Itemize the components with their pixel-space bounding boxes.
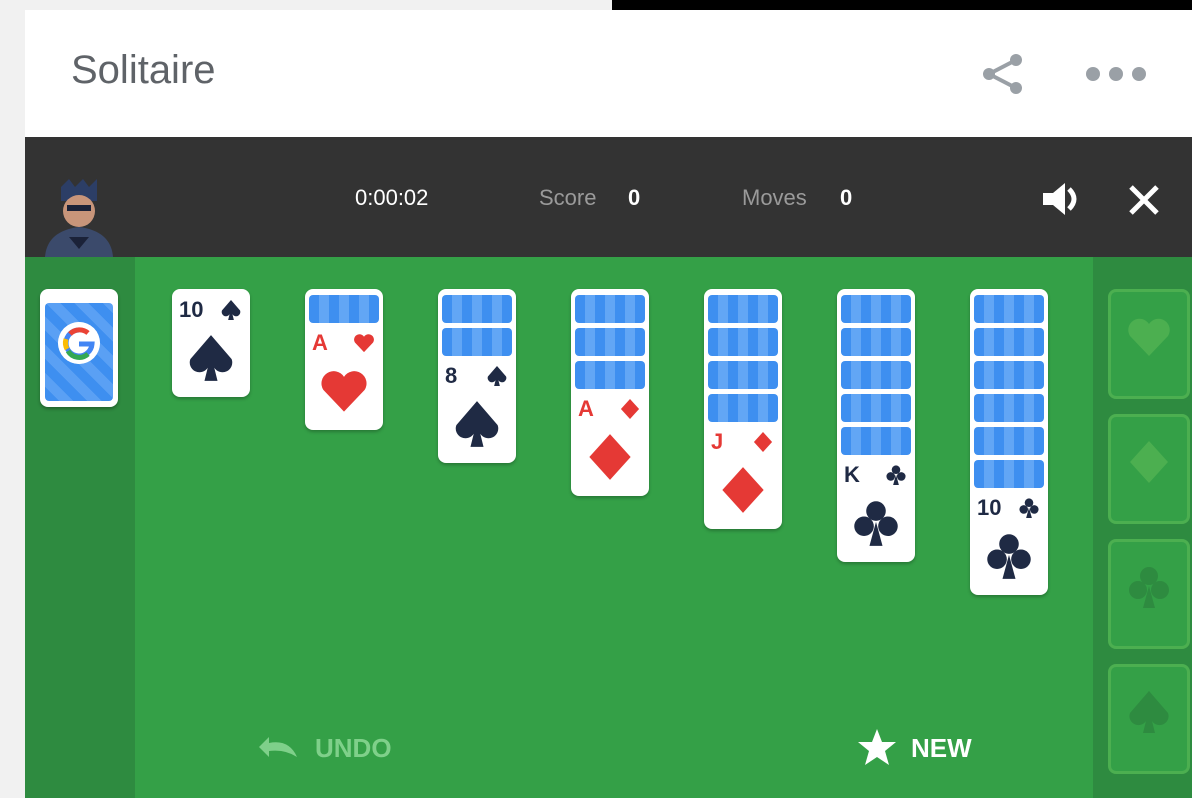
tableau-column-6[interactable]: K — [837, 289, 915, 562]
undo-label: UNDO — [315, 733, 392, 763]
heart-icon — [1128, 318, 1170, 356]
spades-suit-icon — [189, 335, 233, 381]
face-down-card — [974, 460, 1044, 488]
diamond-icon — [1130, 441, 1168, 483]
score-label: Score — [539, 185, 597, 210]
hearts-pip-icon — [354, 334, 374, 353]
star-icon — [858, 729, 896, 765]
card-rank: 8 — [445, 363, 458, 388]
face-down-card — [841, 295, 911, 323]
game-status-bar: 0:00:02 Score 0 Moves 0 — [25, 137, 1192, 257]
card-rank: 10 — [977, 495, 1002, 520]
volume-icon[interactable] — [1041, 181, 1083, 217]
face-down-card — [841, 361, 911, 389]
clubs-pip-icon — [886, 465, 906, 486]
face-down-card — [974, 427, 1044, 455]
moves-label: Moves — [742, 185, 807, 210]
clubs-pip-icon — [1019, 498, 1039, 519]
face-down-card — [708, 328, 778, 356]
face-down-card — [708, 361, 778, 389]
face-down-card — [708, 295, 778, 323]
spades-suit-icon — [455, 401, 499, 447]
widget-header: Solitaire — [25, 10, 1192, 137]
game-board: 10 A 8 A J K 10 UNDO NEW — [25, 257, 1192, 798]
face-down-card — [575, 328, 645, 356]
diamonds-pip-icon — [620, 398, 640, 420]
foundation-hearts[interactable] — [1108, 289, 1190, 399]
card-rank: A — [578, 396, 594, 421]
foundation-clubs[interactable] — [1108, 539, 1190, 649]
tableau-column-2[interactable]: A — [305, 289, 383, 430]
new-game-label: NEW — [911, 733, 972, 763]
face-down-card — [708, 394, 778, 422]
face-down-card — [442, 328, 512, 356]
face-down-card — [841, 328, 911, 356]
face-down-card — [841, 427, 911, 455]
spades-pip-icon — [487, 365, 507, 387]
card-rank: K — [844, 462, 860, 487]
face-down-card — [309, 295, 379, 323]
club-icon — [1129, 567, 1169, 608]
tableau-column-3[interactable]: 8 — [438, 289, 516, 463]
spade-icon — [1129, 691, 1169, 733]
diamonds-suit-icon — [589, 434, 631, 480]
game-timer: 0:00:02 — [355, 185, 429, 210]
clubs-suit-icon — [987, 534, 1031, 579]
face-down-card — [841, 394, 911, 422]
face-down-card — [974, 295, 1044, 323]
tableau-column-5[interactable]: J — [704, 289, 782, 529]
face-down-card — [442, 295, 512, 323]
moves-value: 0 — [840, 185, 853, 210]
tableau-column-7[interactable]: 10 — [970, 289, 1048, 595]
spades-pip-icon — [221, 299, 241, 321]
page-title: Solitaire — [71, 48, 216, 92]
score-value: 0 — [628, 185, 641, 210]
close-icon[interactable] — [1127, 183, 1161, 217]
tableau-column-1[interactable]: 10 — [172, 289, 250, 397]
clubs-suit-icon — [854, 501, 898, 546]
foundation-spades[interactable] — [1108, 664, 1190, 774]
card-rank: A — [312, 330, 328, 355]
face-down-card — [575, 295, 645, 323]
foundation-diamonds[interactable] — [1108, 414, 1190, 524]
diamonds-suit-icon — [722, 467, 764, 513]
face-down-card — [974, 361, 1044, 389]
solitaire-widget: Solitaire 0:00:02 Score 0 Moves 0 10 A 8… — [25, 10, 1192, 798]
player-avatar-icon — [45, 179, 113, 257]
card-rank: J — [711, 429, 724, 454]
more-horizontal-icon[interactable] — [1083, 64, 1149, 84]
face-down-card — [974, 328, 1044, 356]
google-logo-icon — [58, 322, 100, 364]
diamonds-pip-icon — [753, 431, 773, 453]
undo-icon — [259, 737, 297, 757]
card-rank: 10 — [179, 297, 204, 322]
face-down-card — [974, 394, 1044, 422]
tableau-column-4[interactable]: A — [571, 289, 649, 496]
hearts-suit-icon — [321, 371, 367, 412]
face-down-card — [575, 361, 645, 389]
share-icon[interactable] — [980, 52, 1026, 96]
stock-pile[interactable] — [40, 289, 118, 407]
